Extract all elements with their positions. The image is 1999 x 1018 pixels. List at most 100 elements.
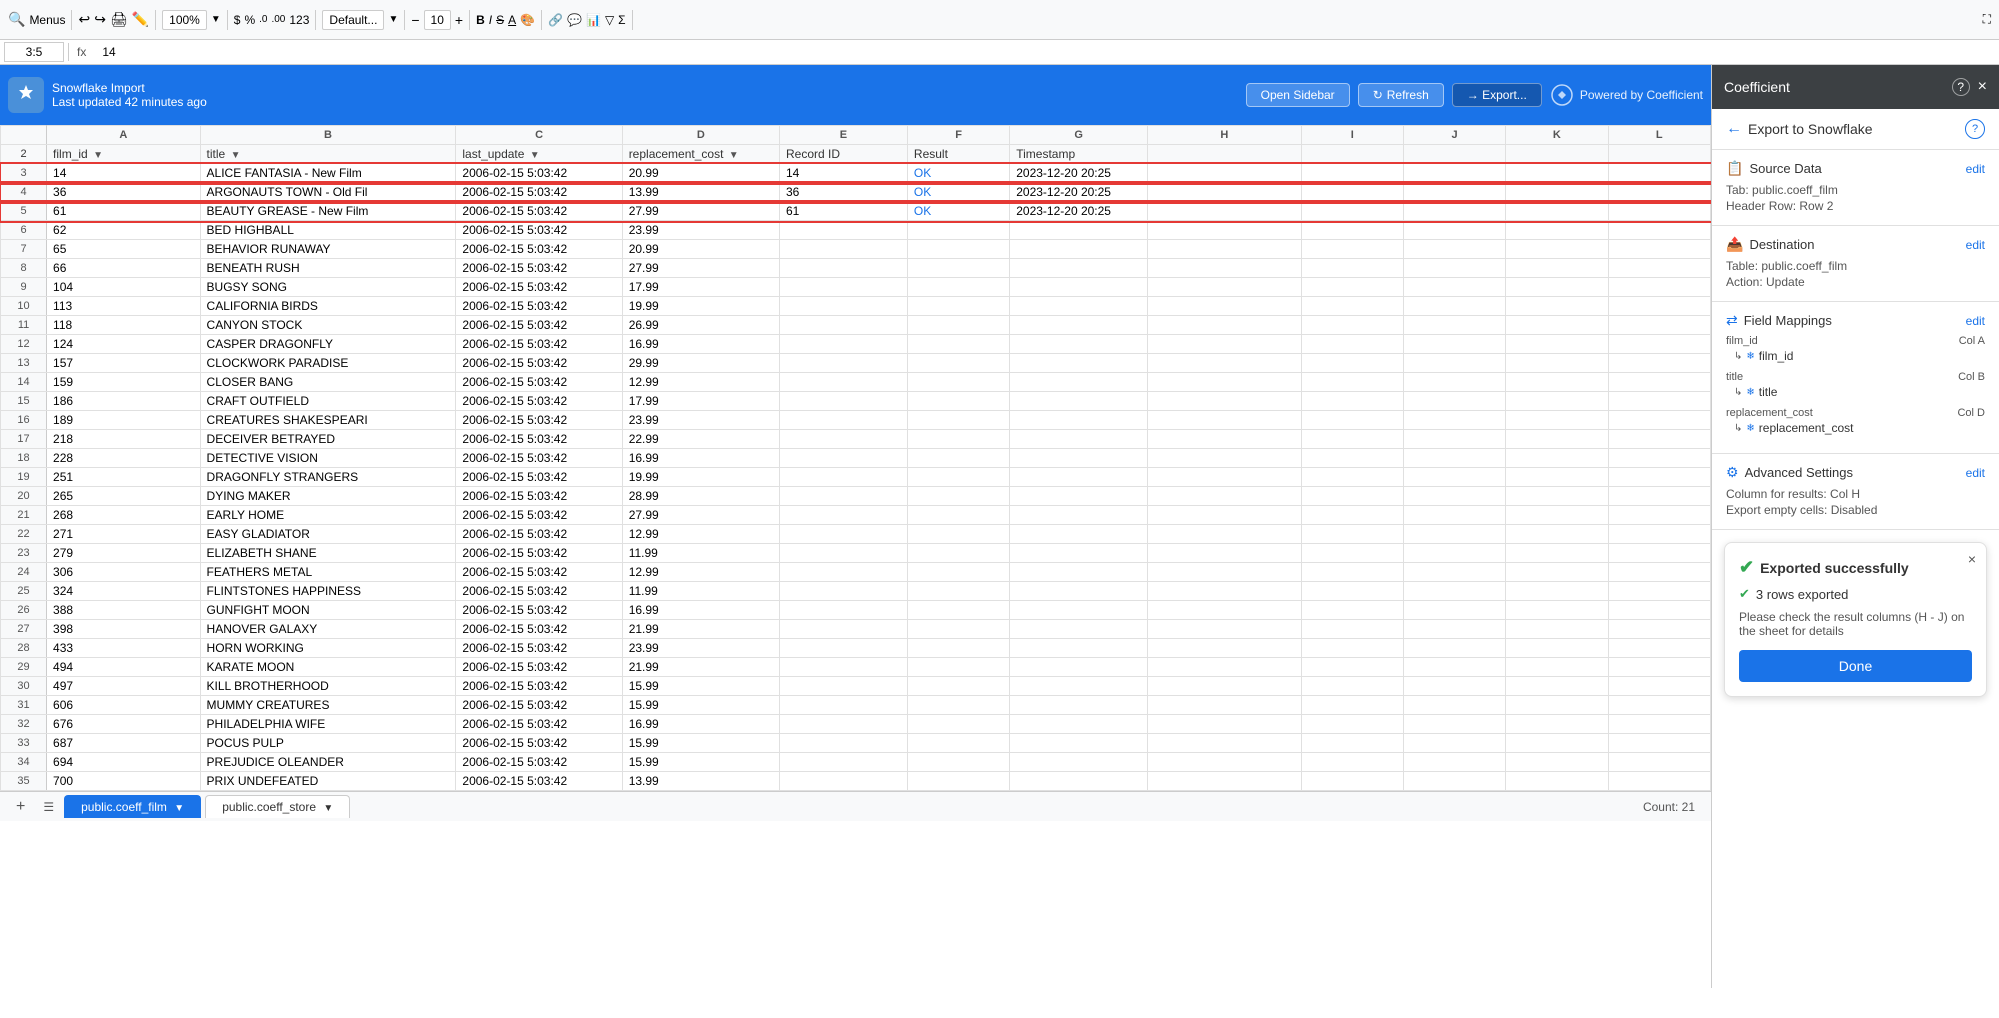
cell-h[interactable] (1148, 601, 1302, 620)
cell-j[interactable] (1403, 392, 1505, 411)
cell-l[interactable] (1608, 582, 1710, 601)
cell-timestamp[interactable] (1010, 677, 1148, 696)
cell-h[interactable] (1148, 411, 1302, 430)
cell-h[interactable] (1148, 639, 1302, 658)
cell-i[interactable] (1301, 772, 1403, 791)
cell-timestamp[interactable]: 2023-12-20 20:25 (1010, 202, 1148, 221)
grid-scroll[interactable]: A B C D E F G H I J K L (0, 125, 1711, 791)
cell-timestamp[interactable] (1010, 696, 1148, 715)
cell-result[interactable] (907, 354, 1009, 373)
cell-l[interactable] (1608, 506, 1710, 525)
cell-j[interactable] (1403, 183, 1505, 202)
cell-replacement-cost[interactable]: 19.99 (622, 297, 779, 316)
cell-i[interactable] (1301, 601, 1403, 620)
cell-k[interactable] (1506, 658, 1608, 677)
cell-k[interactable] (1506, 240, 1608, 259)
cell-film-id[interactable]: 189 (47, 411, 201, 430)
cell-h[interactable] (1148, 677, 1302, 696)
cell-k[interactable] (1506, 430, 1608, 449)
cell-h[interactable] (1148, 487, 1302, 506)
cell-record-id[interactable] (779, 278, 907, 297)
row-num-12[interactable]: 12 (1, 335, 47, 354)
cell-record-id[interactable] (779, 430, 907, 449)
cell-i[interactable] (1301, 449, 1403, 468)
cell-replacement-cost[interactable]: 16.99 (622, 335, 779, 354)
cell-k[interactable] (1506, 354, 1608, 373)
cell-last-update[interactable]: 2006-02-15 5:03:42 (456, 411, 622, 430)
cell-h[interactable] (1148, 620, 1302, 639)
cell-l[interactable] (1608, 772, 1710, 791)
underline-icon[interactable]: A (508, 13, 516, 27)
cell-i[interactable] (1301, 677, 1403, 696)
cell-h[interactable] (1148, 468, 1302, 487)
cell-i[interactable] (1301, 734, 1403, 753)
cell-l[interactable] (1608, 183, 1710, 202)
cell-l[interactable] (1608, 601, 1710, 620)
cell-replacement-cost[interactable]: 16.99 (622, 449, 779, 468)
cell-title[interactable]: DYING MAKER (200, 487, 456, 506)
cell-l[interactable] (1608, 202, 1710, 221)
cell-timestamp[interactable] (1010, 772, 1148, 791)
row-num-31[interactable]: 31 (1, 696, 47, 715)
sheet-tab-coeff-film[interactable]: public.coeff_film ▼ (64, 795, 201, 818)
cell-last-update[interactable]: 2006-02-15 5:03:42 (456, 487, 622, 506)
cell-record-id[interactable] (779, 582, 907, 601)
cell-title[interactable]: CRAFT OUTFIELD (200, 392, 456, 411)
cell-result[interactable] (907, 411, 1009, 430)
zoom-display[interactable]: 100% (162, 10, 207, 30)
cell-title[interactable]: HORN WORKING (200, 639, 456, 658)
cell-h[interactable] (1148, 563, 1302, 582)
cell-j[interactable] (1403, 658, 1505, 677)
menus-label[interactable]: Menus (29, 13, 65, 27)
cell-record-id[interactable] (779, 658, 907, 677)
cell-result[interactable] (907, 221, 1009, 240)
cell-title[interactable]: FLINTSTONES HAPPINESS (200, 582, 456, 601)
cell-k[interactable] (1506, 620, 1608, 639)
cell-h[interactable] (1148, 164, 1302, 183)
cell-last-update[interactable]: 2006-02-15 5:03:42 (456, 202, 622, 221)
row-num-20[interactable]: 20 (1, 487, 47, 506)
cell-timestamp[interactable] (1010, 658, 1148, 677)
font-name-display[interactable]: Default... (322, 10, 384, 30)
cell-record-id[interactable]: 36 (779, 183, 907, 202)
cell-last-update[interactable]: 2006-02-15 5:03:42 (456, 677, 622, 696)
cell-result[interactable] (907, 240, 1009, 259)
cell-title[interactable]: PRIX UNDEFEATED (200, 772, 456, 791)
row-num-22[interactable]: 22 (1, 525, 47, 544)
cell-title[interactable]: CLOSER BANG (200, 373, 456, 392)
font-size-display[interactable]: 10 (424, 10, 451, 30)
open-sidebar-button[interactable]: Open Sidebar (1246, 83, 1350, 107)
cell-k[interactable] (1506, 487, 1608, 506)
currency-icon[interactable]: $ (234, 13, 241, 27)
row-num-14[interactable]: 14 (1, 373, 47, 392)
cell-i[interactable] (1301, 544, 1403, 563)
cell-i[interactable] (1301, 563, 1403, 582)
cell-h[interactable] (1148, 373, 1302, 392)
cell-k[interactable] (1506, 297, 1608, 316)
cell-record-id[interactable] (779, 316, 907, 335)
cell-timestamp[interactable] (1010, 487, 1148, 506)
row-num-23[interactable]: 23 (1, 544, 47, 563)
cell-title[interactable]: BEAUTY GREASE - New Film (200, 202, 456, 221)
cell-replacement-cost[interactable]: 16.99 (622, 715, 779, 734)
cell-title[interactable]: CANYON STOCK (200, 316, 456, 335)
field-mappings-edit-link[interactable]: edit (1966, 314, 1985, 328)
cell-timestamp[interactable] (1010, 620, 1148, 639)
cell-k[interactable] (1506, 677, 1608, 696)
row-num-25[interactable]: 25 (1, 582, 47, 601)
cell-title[interactable]: BUGSY SONG (200, 278, 456, 297)
destination-edit-link[interactable]: edit (1966, 238, 1985, 252)
cell-film-id[interactable]: 61 (47, 202, 201, 221)
cell-result[interactable] (907, 373, 1009, 392)
cell-film-id[interactable]: 398 (47, 620, 201, 639)
cell-replacement-cost[interactable]: 12.99 (622, 373, 779, 392)
cell-j[interactable] (1403, 240, 1505, 259)
cell-title[interactable]: EASY GLADIATOR (200, 525, 456, 544)
advanced-settings-edit-link[interactable]: edit (1966, 466, 1985, 480)
cell-j[interactable] (1403, 411, 1505, 430)
row-num-8[interactable]: 8 (1, 259, 47, 278)
cell-last-update[interactable]: 2006-02-15 5:03:42 (456, 658, 622, 677)
toast-done-button[interactable]: Done (1739, 650, 1972, 682)
cell-last-update[interactable]: 2006-02-15 5:03:42 (456, 601, 622, 620)
cell-last-update[interactable]: 2006-02-15 5:03:42 (456, 734, 622, 753)
